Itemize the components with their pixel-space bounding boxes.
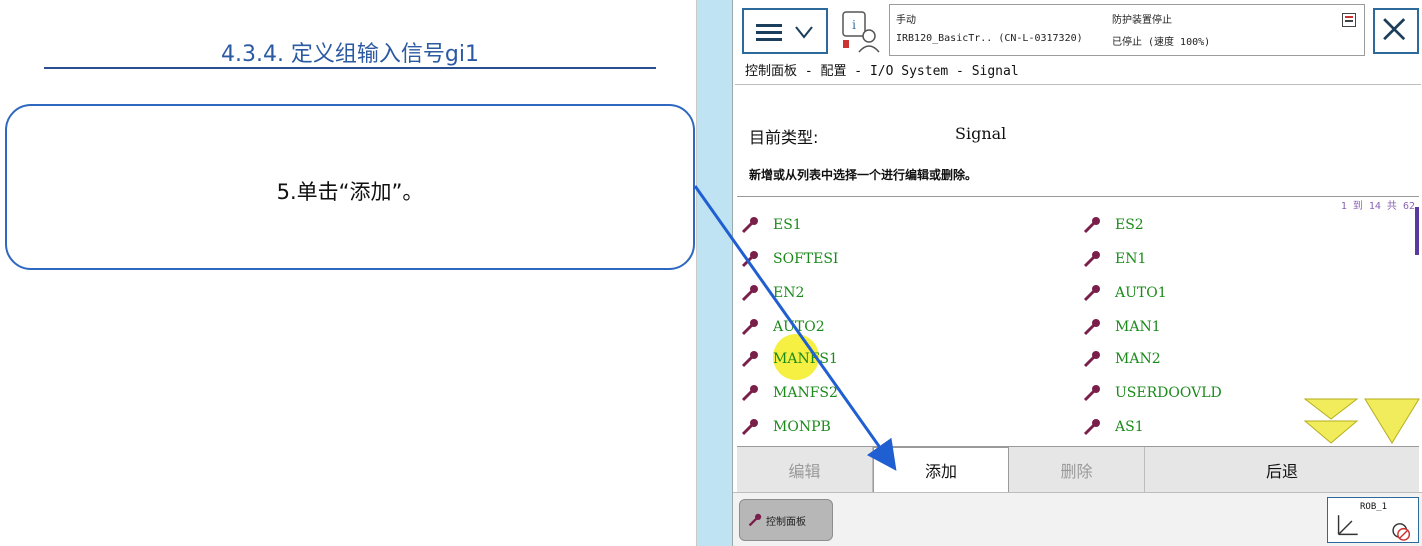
list-item[interactable]: MANFS1 [741, 347, 838, 371]
wrench-icon [1083, 217, 1100, 234]
signal-name: EN2 [773, 285, 805, 301]
wrench-icon [1083, 351, 1100, 368]
close-button[interactable] [1373, 8, 1419, 54]
chevron-down-icon [795, 26, 813, 39]
quickset-robot[interactable]: ROB_1 [1327, 497, 1419, 543]
add-button[interactable]: 添加 [873, 447, 1009, 493]
wrench-icon [741, 251, 758, 268]
wrench-icon [1083, 419, 1100, 436]
safety-text: 防护装置停止 [1112, 15, 1172, 26]
list-item[interactable]: EN1 [1083, 247, 1146, 271]
wrench-icon [741, 385, 758, 402]
slide-panel: 4.3.4. 定义组输入信号gi1 5.单击“添加”。 [0, 0, 697, 546]
signal-name: SOFTESI [773, 251, 839, 267]
wrench-icon [1083, 385, 1100, 402]
list-item[interactable]: MONPB [741, 415, 831, 439]
breadcrumb: 控制面板 - 配置 - I/O System - Signal [745, 64, 1019, 79]
coordinate-icon [1337, 515, 1411, 541]
run-state-text: 已停止 (速度 100%) [1112, 37, 1211, 48]
list-item[interactable]: AS1 [1083, 415, 1144, 439]
taskbar-control-panel[interactable]: 控制面板 [739, 499, 833, 541]
controller-text: IRB120_BasicTr.. (CN-L-0317320) [896, 33, 1083, 44]
operator-info-icon[interactable]: i [841, 10, 881, 54]
list-item[interactable]: ES2 [1083, 213, 1144, 237]
signal-name: EN1 [1115, 251, 1147, 267]
current-type-value: Signal [955, 124, 1007, 143]
svg-text:i: i [852, 18, 856, 32]
close-icon [1383, 18, 1406, 41]
list-item[interactable]: MANFS2 [741, 381, 838, 405]
signal-name: MAN1 [1115, 319, 1161, 335]
delete-button[interactable]: 删除 [1009, 447, 1145, 493]
edit-button[interactable]: 编辑 [737, 447, 873, 493]
scrollbar-thumb[interactable] [1415, 207, 1419, 255]
scroll-down-icon[interactable] [1363, 397, 1421, 447]
wrench-icon [741, 319, 758, 336]
signal-name: AUTO2 [773, 319, 825, 335]
wrench-icon [1083, 285, 1100, 302]
list-item[interactable]: MAN1 [1083, 315, 1161, 339]
title-underline [44, 67, 656, 69]
signal-name: USERDOOVLD [1115, 385, 1222, 401]
taskbar-tab-label: 控制面板 [766, 516, 806, 528]
callout-text: 5.单击“添加”。 [276, 180, 424, 204]
wrench-icon [741, 419, 758, 436]
slide-title: 4.3.4. 定义组输入信号gi1 [220, 42, 480, 67]
list-item[interactable]: ES1 [741, 213, 802, 237]
current-type-label: 目前类型: [749, 128, 819, 147]
back-button[interactable]: 后退 [1145, 447, 1419, 493]
wrench-icon [1083, 251, 1100, 268]
event-log-icon[interactable] [1342, 13, 1356, 27]
task-bar: 控制面板 ROB_1 [733, 492, 1422, 546]
signal-name: MONPB [773, 419, 831, 435]
list-item[interactable]: EN2 [741, 281, 804, 305]
signal-name: MANFS2 [773, 385, 838, 401]
list-item[interactable]: MAN2 [1083, 347, 1161, 371]
page-up-icon[interactable] [1303, 397, 1359, 447]
list-item[interactable]: AUTO2 [741, 315, 825, 339]
signal-name: MAN2 [1115, 351, 1161, 367]
instruction-callout: 5.单击“添加”。 [5, 104, 695, 270]
mode-text: 手动 [896, 15, 916, 26]
main-menu-button[interactable] [742, 8, 828, 54]
action-bar: 编辑 添加 删除 后退 [737, 446, 1419, 493]
top-bar: i 手动 IRB120_BasicTr.. (CN-L-0317320) 防护装… [733, 0, 1422, 58]
list-item[interactable]: SOFTESI [741, 247, 838, 271]
wrench-icon [741, 351, 758, 368]
divider [735, 84, 1421, 85]
signal-name: ES2 [1115, 217, 1144, 233]
status-panel: 手动 IRB120_BasicTr.. (CN-L-0317320) 防护装置停… [889, 4, 1365, 56]
instruction-text: 新增或从列表中选择一个进行编辑或删除。 [749, 168, 978, 182]
wrench-icon [1083, 319, 1100, 336]
signal-name: AS1 [1115, 419, 1144, 435]
signal-name: ES1 [773, 217, 802, 233]
wrench-icon [741, 285, 758, 302]
hamburger-icon [756, 24, 782, 42]
signal-name: AUTO1 [1115, 285, 1167, 301]
signal-list: 1 到 14 共 62 ES1 SOFTESI EN2 AUTO2 MANFS1… [737, 196, 1421, 447]
page-count: 1 到 14 共 62 [1340, 201, 1415, 212]
wrench-icon [748, 513, 762, 527]
wrench-icon [741, 217, 758, 234]
list-item[interactable]: USERDOOVLD [1083, 381, 1222, 405]
flexpendant-screen: i 手动 IRB120_BasicTr.. (CN-L-0317320) 防护装… [732, 0, 1422, 546]
list-item[interactable]: AUTO1 [1083, 281, 1167, 305]
signal-name: MANFS1 [773, 351, 838, 367]
